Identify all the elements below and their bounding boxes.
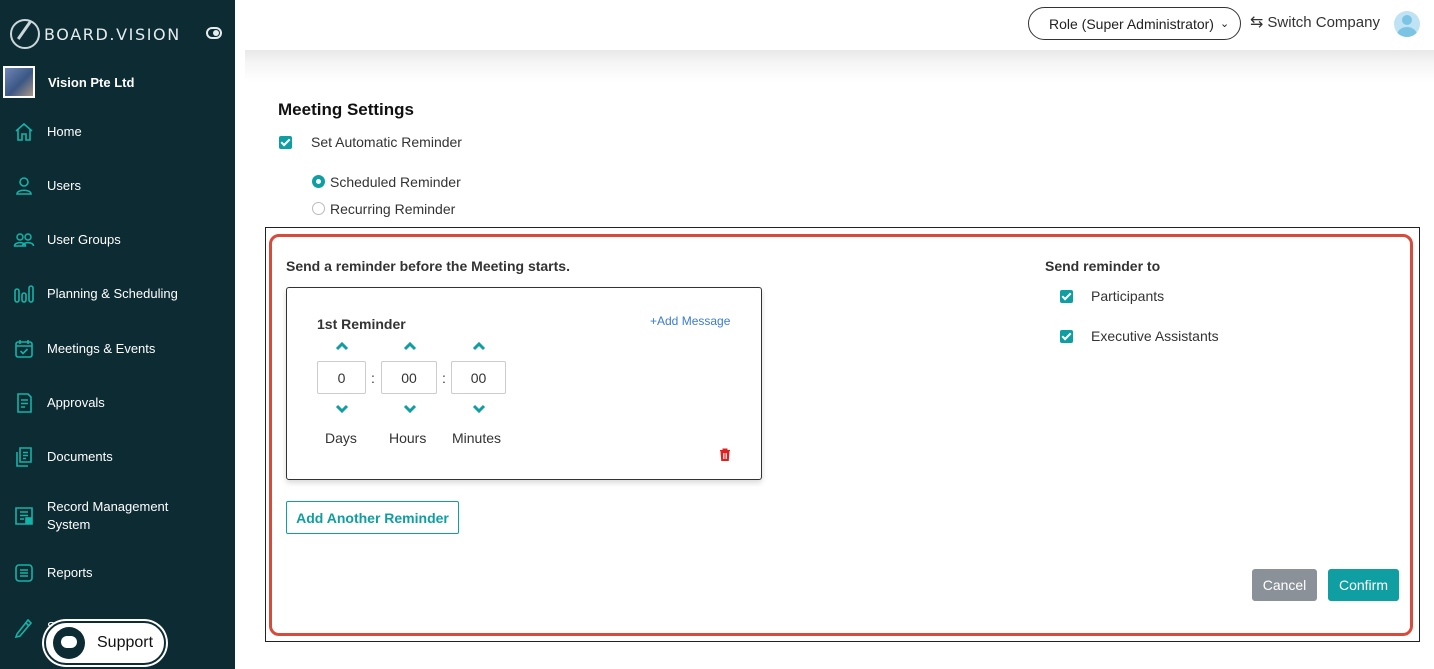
document-check-icon — [13, 392, 35, 414]
sidebar-item-planning[interactable]: Planning & Scheduling — [0, 283, 235, 305]
minutes-down-icon[interactable] — [472, 404, 486, 414]
executive-assistants-label: Executive Assistants — [1091, 328, 1219, 344]
list-icon — [13, 562, 35, 584]
minutes-input[interactable]: 00 — [451, 361, 506, 394]
sidebar-item-users[interactable]: Users — [0, 175, 235, 197]
brand-logo[interactable]: BOARD.VISION — [10, 18, 181, 50]
participants-checkbox[interactable] — [1060, 290, 1073, 303]
chat-icon — [53, 627, 85, 659]
sidebar-item-label-line2: System — [47, 517, 91, 532]
record-icon — [13, 505, 35, 527]
swap-icon: ⇆ — [1250, 14, 1264, 31]
days-input[interactable]: 0 — [317, 361, 366, 394]
chevron-down-icon: ⌄ — [1219, 18, 1230, 30]
company-logo — [3, 66, 35, 98]
hours-up-icon[interactable] — [403, 341, 417, 351]
sidebar-item-user-groups[interactable]: User Groups — [0, 229, 235, 251]
sidebar-item-label: Meetings & Events — [47, 341, 156, 356]
scheduled-reminder-radio[interactable] — [312, 175, 325, 188]
support-label: Support — [97, 634, 154, 651]
cancel-button[interactable]: Cancel — [1252, 569, 1317, 601]
sidebar-item-label: Planning & Scheduling — [47, 286, 178, 301]
days-down-icon[interactable] — [335, 404, 349, 414]
sidebar-item-label: Users — [47, 178, 81, 193]
time-separator: : — [442, 370, 446, 386]
sidebar-item-documents[interactable]: Documents — [0, 446, 235, 468]
minutes-label: Minutes — [452, 430, 502, 446]
calendar-icon — [13, 338, 35, 360]
recurring-reminder-radio[interactable] — [312, 202, 325, 215]
role-label: Role (Super Administrator) — [1049, 15, 1214, 32]
sidebar-item-reports[interactable]: Reports — [0, 562, 235, 584]
confirm-button[interactable]: Confirm — [1328, 569, 1399, 601]
sidebar-item-approvals[interactable]: Approvals — [0, 392, 235, 414]
days-up-icon[interactable] — [335, 341, 349, 351]
topbar-divider — [245, 50, 1434, 82]
documents-icon — [13, 446, 35, 468]
user-icon — [13, 175, 35, 197]
add-another-reminder-button[interactable]: Add Another Reminder — [286, 501, 459, 534]
brand-mark-icon — [10, 19, 40, 49]
trash-icon[interactable] — [719, 448, 731, 461]
sidebar-item-label: Record Management — [47, 499, 169, 514]
home-icon — [13, 121, 35, 143]
minutes-up-icon[interactable] — [472, 341, 486, 351]
support-button[interactable]: Support — [44, 621, 166, 665]
reminder-title: 1st Reminder — [317, 316, 406, 332]
scheduled-reminder-label: Scheduled Reminder — [330, 174, 461, 190]
brand-name: BOARD.VISION — [44, 24, 181, 44]
page-title: Meeting Settings — [278, 100, 415, 119]
company-name: Vision Pte Ltd — [48, 74, 135, 90]
avatar[interactable] — [1394, 11, 1420, 37]
sidebar-item-meetings[interactable]: Meetings & Events — [0, 338, 235, 360]
send-to-heading: Send reminder to — [1045, 258, 1161, 274]
executive-assistants-checkbox[interactable] — [1060, 330, 1073, 343]
sidebar-item-label: User Groups — [47, 232, 121, 247]
hours-label: Hours — [389, 430, 427, 446]
add-message-link[interactable]: +Add Message — [650, 314, 730, 328]
participants-label: Participants — [1091, 288, 1165, 304]
sidebar-item-label: Reports — [47, 565, 93, 580]
auto-reminder-checkbox[interactable] — [279, 136, 292, 149]
days-label: Days — [325, 430, 357, 446]
time-separator: : — [371, 370, 375, 386]
sidebar-toggle-icon[interactable] — [206, 27, 222, 39]
sidebar-item-label: Documents — [47, 449, 113, 464]
sidebar-item-record-management[interactable]: Record Management System — [0, 498, 235, 534]
sidebar-item-label: Approvals — [47, 395, 105, 410]
hours-input[interactable]: 00 — [381, 361, 437, 394]
switch-company-button[interactable]: ⇆ Switch Company — [1250, 12, 1380, 32]
sidebar-item-home[interactable]: Home — [0, 121, 235, 143]
hours-down-icon[interactable] — [403, 404, 417, 414]
before-meeting-heading: Send a reminder before the Meeting start… — [286, 258, 570, 274]
switch-company-label: Switch Company — [1267, 13, 1380, 31]
recurring-reminder-label: Recurring Reminder — [330, 201, 456, 217]
sidebar: BOARD.VISION Vision Pte Ltd Home Users U… — [0, 0, 235, 669]
sidebar-item-label: Home — [47, 124, 82, 139]
users-icon — [13, 229, 35, 251]
role-dropdown[interactable]: Role (Super Administrator) ⌄ — [1028, 7, 1241, 40]
company-selector[interactable]: Vision Pte Ltd — [3, 66, 134, 98]
chart-bars-icon — [13, 283, 35, 305]
auto-reminder-label: Set Automatic Reminder — [311, 134, 462, 150]
pen-icon — [13, 616, 35, 639]
